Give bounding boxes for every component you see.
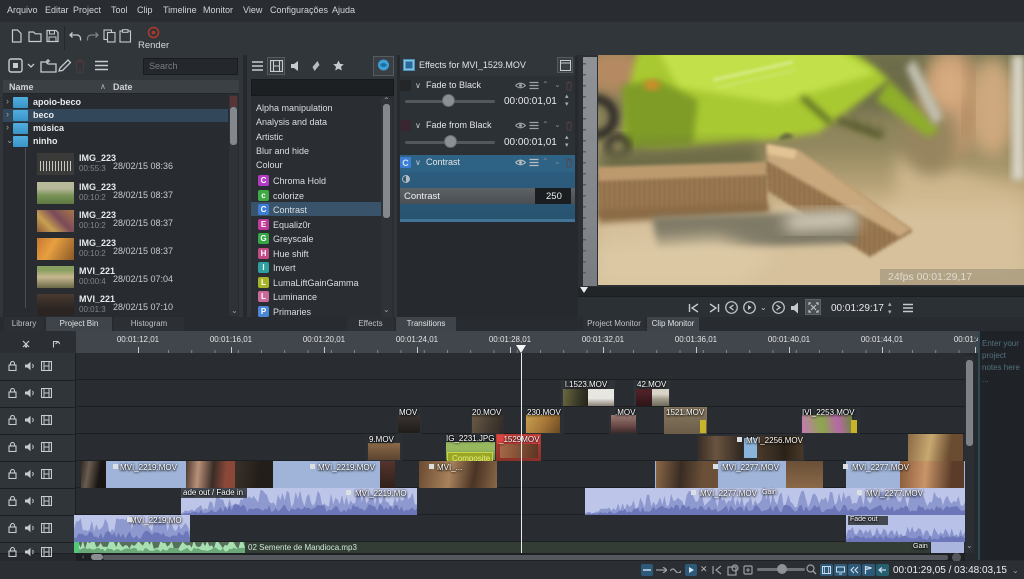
svg-text:24fps 00:01:29,17: 24fps 00:01:29,17	[888, 271, 972, 283]
svg-text:C: C	[402, 158, 409, 168]
